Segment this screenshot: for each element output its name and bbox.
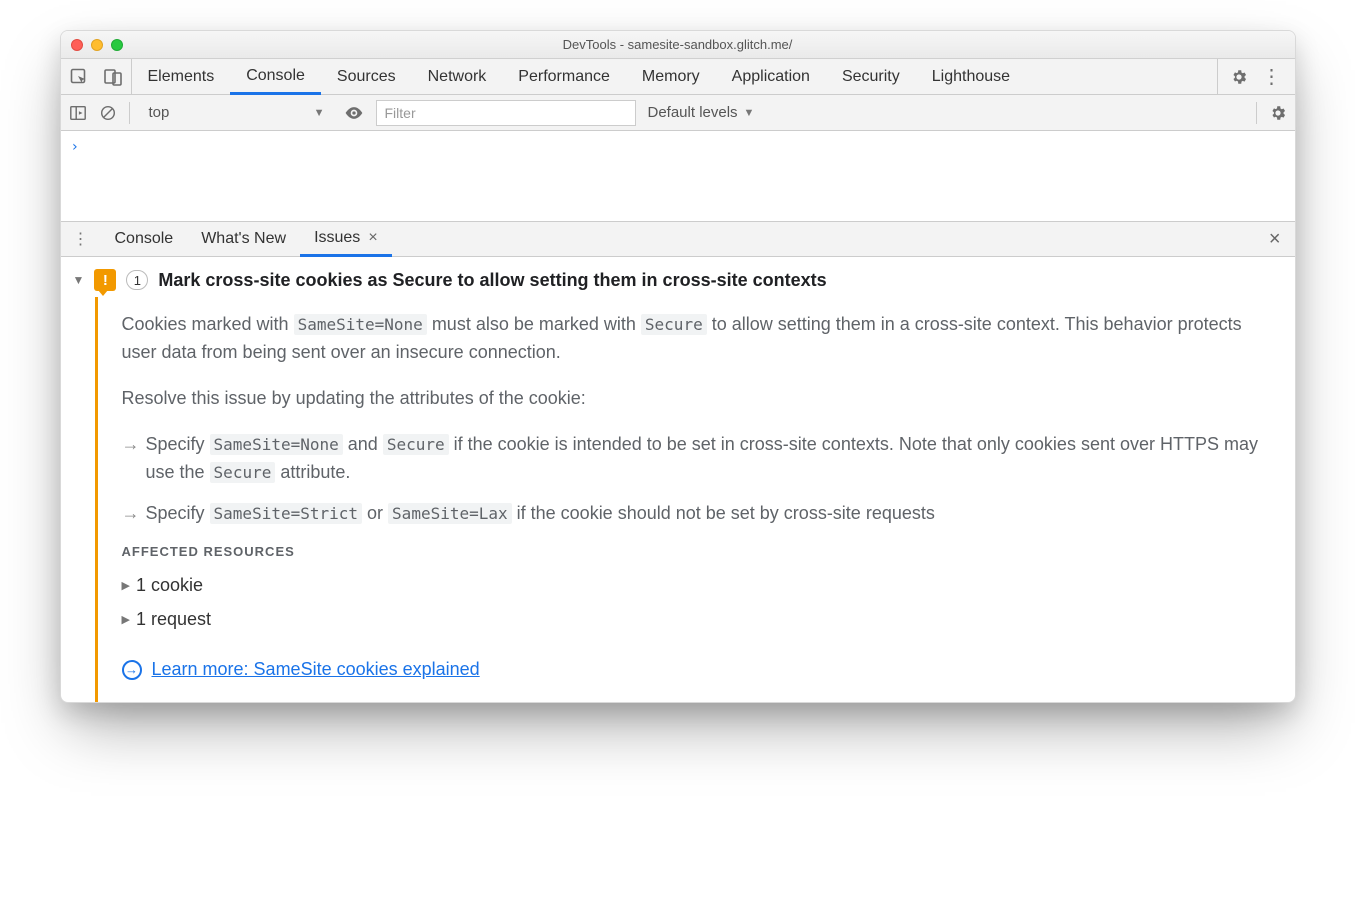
code-token: SameSite=Lax bbox=[388, 503, 512, 524]
tab-lighthouse[interactable]: Lighthouse bbox=[916, 59, 1026, 94]
more-options-icon[interactable]: ⋮ bbox=[1262, 64, 1283, 89]
issue-header[interactable]: ▼ ! 1 Mark cross-site cookies as Secure … bbox=[61, 257, 1295, 297]
drawer-tab-whatsnew[interactable]: What's New bbox=[187, 222, 300, 256]
issue-resolution-step: → Specify SameSite=Strict or SameSite=La… bbox=[122, 500, 1277, 528]
minimize-window-button[interactable] bbox=[91, 39, 103, 51]
chevron-down-icon: ▼ bbox=[314, 107, 325, 119]
filter-input[interactable] bbox=[376, 100, 636, 126]
tab-performance[interactable]: Performance bbox=[502, 59, 626, 94]
affected-resource-row[interactable]: ▶ 1 request bbox=[122, 606, 1277, 634]
clear-console-icon[interactable] bbox=[99, 104, 117, 122]
window-controls bbox=[71, 39, 123, 51]
affected-resource-row[interactable]: ▶ 1 cookie bbox=[122, 572, 1277, 600]
code-token: Secure bbox=[641, 314, 707, 335]
code-token: Secure bbox=[383, 434, 449, 455]
inspect-element-icon[interactable] bbox=[69, 67, 89, 87]
learn-more-row: → Learn more: SameSite cookies explained bbox=[122, 656, 1277, 684]
issue-count-badge: 1 bbox=[126, 270, 148, 290]
issue-description: Cookies marked with SameSite=None must a… bbox=[122, 311, 1277, 367]
titlebar: DevTools - samesite-sandbox.glitch.me/ bbox=[61, 31, 1295, 59]
settings-icon[interactable] bbox=[1230, 68, 1248, 86]
issue-title: Mark cross-site cookies as Secure to all… bbox=[158, 270, 826, 291]
code-token: SameSite=None bbox=[210, 434, 343, 455]
tab-network[interactable]: Network bbox=[412, 59, 503, 94]
code-token: SameSite=Strict bbox=[210, 503, 363, 524]
tab-console[interactable]: Console bbox=[230, 59, 321, 95]
window-title: DevTools - samesite-sandbox.glitch.me/ bbox=[61, 37, 1295, 52]
chevron-down-icon: ▼ bbox=[744, 107, 755, 119]
link-arrow-icon: → bbox=[122, 660, 142, 680]
issue-body: Cookies marked with SameSite=None must a… bbox=[95, 297, 1295, 702]
live-expression-icon[interactable] bbox=[344, 103, 364, 123]
log-levels-selector[interactable]: Default levels ▼ bbox=[648, 104, 755, 121]
console-toolbar: top ▼ Default levels ▼ bbox=[61, 95, 1295, 131]
arrow-right-icon: → bbox=[122, 500, 140, 528]
console-output[interactable]: › bbox=[61, 131, 1295, 221]
close-drawer-icon[interactable]: × bbox=[1255, 228, 1295, 251]
learn-more-link[interactable]: Learn more: SameSite cookies explained bbox=[152, 656, 480, 684]
tab-application[interactable]: Application bbox=[716, 59, 826, 94]
code-token: SameSite=None bbox=[294, 314, 427, 335]
tab-security[interactable]: Security bbox=[826, 59, 916, 94]
expand-triangle-icon: ▶ bbox=[122, 612, 130, 629]
close-window-button[interactable] bbox=[71, 39, 83, 51]
console-sidebar-toggle-icon[interactable] bbox=[69, 104, 87, 122]
drawer-tab-issues[interactable]: Issues × bbox=[300, 223, 392, 257]
arrow-right-icon: → bbox=[122, 431, 140, 487]
drawer-tab-strip: ⋮ Console What's New Issues × × bbox=[61, 221, 1295, 257]
main-tab-strip: Elements Console Sources Network Perform… bbox=[61, 59, 1295, 95]
console-prompt-icon: › bbox=[71, 139, 79, 155]
tab-sources[interactable]: Sources bbox=[321, 59, 412, 94]
drawer-tab-console[interactable]: Console bbox=[101, 222, 188, 256]
breaking-change-icon: ! bbox=[94, 269, 116, 291]
tab-memory[interactable]: Memory bbox=[626, 59, 716, 94]
code-token: Secure bbox=[210, 462, 276, 483]
issue-resolution-step: → Specify SameSite=None and Secure if th… bbox=[122, 431, 1277, 487]
zoom-window-button[interactable] bbox=[111, 39, 123, 51]
device-toolbar-icon[interactable] bbox=[103, 67, 123, 87]
console-settings-icon[interactable] bbox=[1269, 104, 1287, 122]
collapse-triangle-icon: ▼ bbox=[73, 273, 85, 287]
issue-resolution-intro: Resolve this issue by updating the attri… bbox=[122, 385, 1277, 413]
affected-resources-heading: AFFECTED RESOURCES bbox=[122, 542, 1277, 562]
close-tab-icon[interactable]: × bbox=[368, 229, 377, 247]
devtools-window: DevTools - samesite-sandbox.glitch.me/ E… bbox=[60, 30, 1296, 703]
execution-context-selector[interactable]: top ▼ bbox=[142, 101, 332, 124]
expand-triangle-icon: ▶ bbox=[122, 578, 130, 595]
drawer-more-icon[interactable]: ⋮ bbox=[61, 229, 101, 249]
tab-elements[interactable]: Elements bbox=[132, 59, 231, 94]
